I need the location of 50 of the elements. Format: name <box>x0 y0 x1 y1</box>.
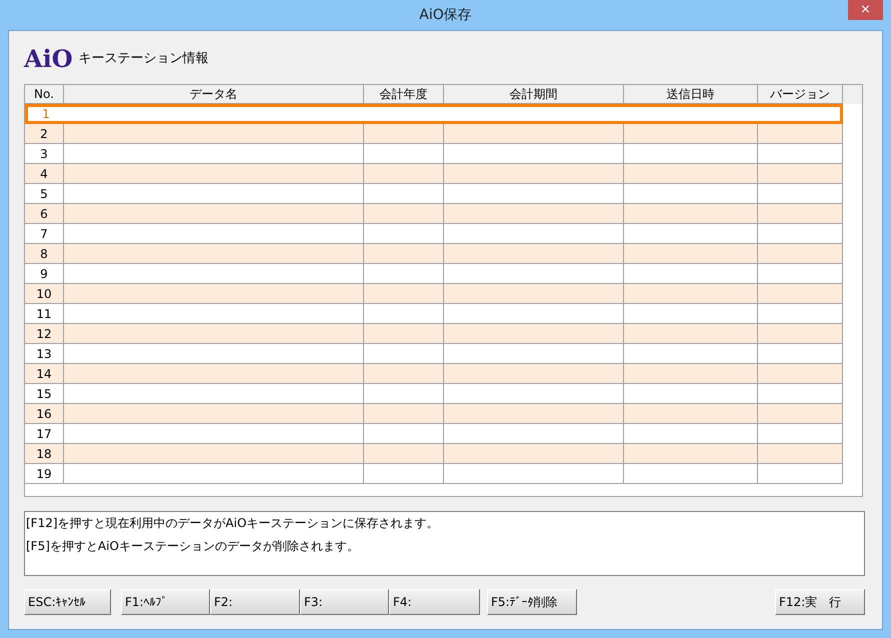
row-number: 19 <box>36 466 52 482</box>
row-number: 10 <box>36 286 52 302</box>
table-row[interactable]: 4 <box>25 164 843 184</box>
table-row[interactable]: 5 <box>25 184 843 204</box>
function-button[interactable]: F5:ﾃﾞｰﾀ削除 <box>487 589 577 615</box>
row-number: 15 <box>36 386 52 402</box>
row-number: 12 <box>36 326 52 342</box>
table-row[interactable]: 13 <box>25 344 843 364</box>
table-row[interactable]: 18 <box>25 444 843 464</box>
message-text: [F5]を押すとAiOキーステーションのデータが削除されます。 <box>26 538 360 555</box>
row-number: 11 <box>36 306 52 322</box>
function-button[interactable]: F1:ﾍﾙﾌﾟ <box>121 589 210 615</box>
section-title: キーステーション情報 <box>78 50 209 68</box>
window-title: AiO保存 <box>419 6 472 24</box>
row-number: 8 <box>40 246 48 262</box>
table-row[interactable]: 19 <box>25 464 843 484</box>
message-text: [F12]を押すと現在利用中のデータがAiOキーステーションに保存されます。 <box>26 515 440 532</box>
function-button[interactable]: F2: <box>210 589 300 615</box>
row-number: 17 <box>36 426 52 442</box>
row-number: 6 <box>40 206 48 222</box>
row-number: 16 <box>36 406 52 422</box>
row-number: 13 <box>36 346 52 362</box>
logo: AiO <box>24 46 73 70</box>
table-row[interactable]: 2 <box>25 124 843 144</box>
function-button[interactable]: F3: <box>300 589 389 615</box>
table-row[interactable]: 3 <box>25 144 843 164</box>
table-row[interactable]: 8 <box>25 244 843 264</box>
table-row[interactable]: 7 <box>25 224 843 244</box>
row-number: 5 <box>40 186 48 202</box>
table-row[interactable]: 14 <box>25 364 843 384</box>
row-number: 1 <box>42 106 50 123</box>
table-row[interactable]: 11 <box>25 304 843 324</box>
table-row[interactable]: 16 <box>25 404 843 424</box>
table-row[interactable]: 10 <box>25 284 843 304</box>
row-number: 3 <box>40 146 48 162</box>
row-number: 9 <box>40 266 48 282</box>
table-row[interactable]: 6 <box>25 204 843 224</box>
row-number: 7 <box>40 226 48 242</box>
row-number: 4 <box>40 166 48 182</box>
row-number: 14 <box>36 366 52 382</box>
function-button[interactable]: ESC:ｷｬﾝｾﾙ <box>24 589 111 615</box>
row-number: 2 <box>40 126 48 142</box>
row-number: 18 <box>36 446 52 462</box>
table-row[interactable]: 17 <box>25 424 843 444</box>
function-button[interactable]: F4: <box>389 589 480 615</box>
table-row[interactable]: 15 <box>25 384 843 404</box>
table-row[interactable]: 9 <box>25 264 843 284</box>
table-row[interactable]: 12 <box>25 324 843 344</box>
execute-button[interactable]: F12:実 行 <box>775 589 865 615</box>
close-button[interactable]: × <box>848 0 883 20</box>
